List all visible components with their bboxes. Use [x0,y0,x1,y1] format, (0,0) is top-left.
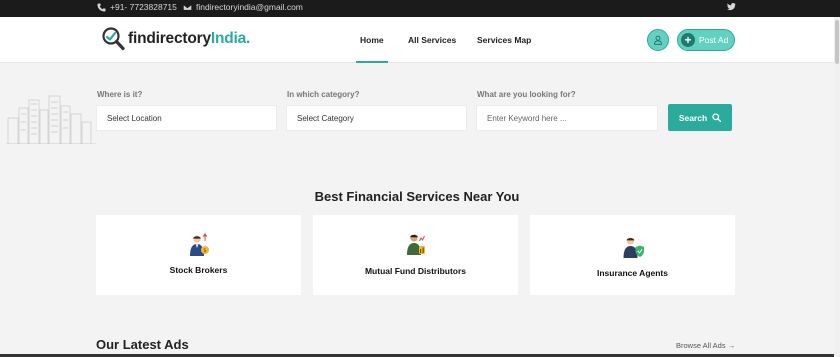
logo-text-accent: India [210,30,247,47]
location-select[interactable]: Select Location [96,105,277,131]
service-card-insurance-agents[interactable]: Insurance Agents [530,215,735,295]
search-button[interactable]: Search [668,104,732,131]
main-header: findirectoryIndia. Home All Services Ser… [0,17,834,63]
post-ad-label: Post Ad [699,35,729,45]
twitter-icon [727,3,736,11]
logo-text-main: findirectory [128,30,211,47]
email-contact[interactable]: findirectoryindia@gmail.com [183,2,303,12]
search-icon [712,113,722,122]
service-card-mutual-fund[interactable]: Mutual Fund Distributors [313,215,518,295]
services-section-title: Best Financial Services Near You [314,189,520,204]
location-label: Where is it? [97,90,143,99]
insurance-agent-icon [623,237,644,258]
category-select[interactable]: Select Category [286,105,467,131]
page-scrollbar[interactable] [834,17,840,357]
nav-home[interactable]: Home [356,17,388,63]
phone-number: +91- 7723828715 [110,2,177,12]
service-card-label: Mutual Fund Distributors [364,266,467,276]
stock-broker-icon: $ [189,233,209,256]
plus-icon: + [681,33,695,47]
top-bar: +91- 7723828715 findirectoryindia@gmail.… [0,0,840,17]
magnifier-logo-icon [102,27,125,51]
logo-text-dot: . [246,30,251,47]
site-logo[interactable]: findirectoryIndia. [101,26,250,52]
category-label: In which category? [287,90,360,99]
phone-icon [97,2,106,12]
keyword-input[interactable]: Enter Keyword here ... [476,105,658,131]
nav-services-map[interactable]: Services Map [477,17,531,63]
phone-contact[interactable]: +91- 7723828715 [97,2,177,12]
envelope-icon [183,4,192,10]
latest-ads-title: Our Latest Ads [96,337,189,352]
nav-all-services[interactable]: All Services [408,17,456,63]
email-address: findirectoryindia@gmail.com [196,2,303,12]
post-ad-button[interactable]: + Post Ad [677,29,735,51]
city-skyline-illustration [6,95,96,144]
twitter-link[interactable] [727,2,736,11]
keyword-label: What are you looking for? [477,90,576,99]
user-account-button[interactable] [647,29,669,51]
service-card-label: Stock Brokers [169,265,228,275]
scrollbar-thumb[interactable] [835,20,839,64]
service-card-label: Insurance Agents [596,268,668,278]
search-button-label: Search [678,112,708,123]
logo-text: findirectoryIndia. [128,30,250,48]
user-icon [654,35,662,45]
service-card-stock-brokers[interactable]: $ Stock Brokers [96,215,301,295]
browse-all-ads-link[interactable]: Browse All Ads → [676,341,735,350]
svg-text:$: $ [203,248,206,254]
mutual-fund-icon [406,234,425,255]
